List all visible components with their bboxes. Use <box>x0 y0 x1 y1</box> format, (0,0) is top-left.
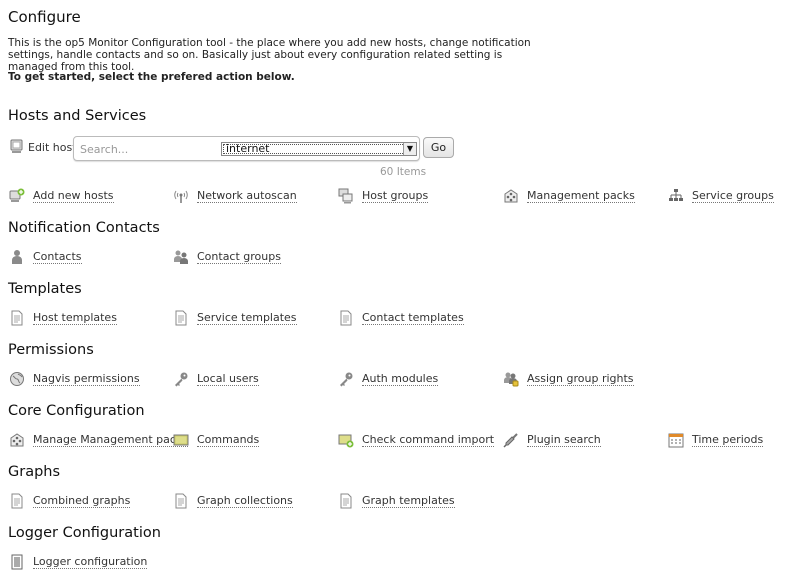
link-service-templates[interactable]: Service templates <box>173 310 297 326</box>
section-permissions-heading: Permissions <box>8 342 94 358</box>
link-plugin-search[interactable]: Plugin search <box>503 432 601 448</box>
link-label: Contact templates <box>362 311 464 325</box>
link-check-command-import[interactable]: Check command import <box>338 432 495 448</box>
monitor-icon <box>9 139 25 155</box>
key-icon <box>173 371 189 387</box>
link-label: Nagvis permissions <box>33 372 140 386</box>
section-templates-heading: Templates <box>8 281 82 297</box>
section-graphs-heading: Graphs <box>8 464 61 480</box>
link-label: Check command import <box>362 433 495 447</box>
link-graph-templates[interactable]: Graph templates <box>338 493 455 509</box>
link-add-new-hosts[interactable]: Add new hosts <box>9 188 114 204</box>
link-label: Graph collections <box>197 494 293 508</box>
link-label: Management packs <box>527 189 635 203</box>
globe-icon <box>9 371 25 387</box>
get-started-text: To get started, select the prefered acti… <box>8 71 295 83</box>
document-icon <box>173 493 189 509</box>
contact-icon <box>9 249 25 265</box>
section-hosts-services-heading: Hosts and Services <box>8 108 147 124</box>
management-pack-icon <box>9 432 25 448</box>
link-service-groups[interactable]: Service groups <box>668 188 774 204</box>
go-button[interactable]: Go <box>423 137 454 158</box>
host-select-dropdown[interactable]: internet ▼ <box>221 142 417 156</box>
link-manage-management-packs[interactable]: Manage Management packs <box>9 432 189 448</box>
page-title: Configure <box>8 8 81 26</box>
link-label: Assign group rights <box>527 372 634 386</box>
section-notification-contacts-heading: Notification Contacts <box>8 220 160 236</box>
command-import-icon <box>338 432 354 448</box>
link-label: Add new hosts <box>33 189 114 203</box>
link-label: Contact groups <box>197 250 281 264</box>
link-contact-templates[interactable]: Contact templates <box>338 310 464 326</box>
link-host-groups[interactable]: Host groups <box>338 188 429 204</box>
link-contact-groups[interactable]: Contact groups <box>173 249 281 265</box>
link-label: Combined graphs <box>33 494 131 508</box>
link-graph-collections[interactable]: Graph collections <box>173 493 293 509</box>
document-icon <box>338 493 354 509</box>
intro-text: This is the op5 Monitor Configuration to… <box>8 37 531 73</box>
host-groups-icon <box>338 188 354 204</box>
link-network-autoscan[interactable]: Network autoscan <box>173 188 297 204</box>
link-combined-graphs[interactable]: Combined graphs <box>9 493 131 509</box>
link-label: Manage Management packs <box>33 433 189 447</box>
link-label: Host templates <box>33 311 117 325</box>
edit-host-label: Edit host <box>28 141 77 154</box>
link-label: Service groups <box>692 189 774 203</box>
host-select-value: internet <box>226 142 270 155</box>
link-local-users[interactable]: Local users <box>173 371 259 387</box>
management-pack-icon <box>503 188 519 204</box>
link-label: Commands <box>197 433 260 447</box>
link-host-templates[interactable]: Host templates <box>9 310 117 326</box>
host-search-input[interactable] <box>78 142 212 157</box>
link-management-packs[interactable]: Management packs <box>503 188 635 204</box>
commands-icon <box>173 432 189 448</box>
group-rights-icon <box>503 371 519 387</box>
link-label: Network autoscan <box>197 189 297 203</box>
link-assign-group-rights[interactable]: Assign group rights <box>503 371 634 387</box>
calendar-icon <box>668 432 684 448</box>
key-icon <box>338 371 354 387</box>
link-label: Service templates <box>197 311 297 325</box>
document-icon <box>9 310 25 326</box>
link-label: Auth modules <box>362 372 439 386</box>
link-nagvis-permissions[interactable]: Nagvis permissions <box>9 371 140 387</box>
link-label: Plugin search <box>527 433 601 447</box>
link-logger-configuration[interactable]: Logger configuration <box>9 554 148 570</box>
link-commands[interactable]: Commands <box>173 432 260 448</box>
logger-document-icon <box>9 554 25 570</box>
service-groups-icon <box>668 188 684 204</box>
network-scan-icon <box>173 188 189 204</box>
add-host-icon <box>9 188 25 204</box>
section-core-configuration-heading: Core Configuration <box>8 403 145 419</box>
link-label: Local users <box>197 372 259 386</box>
host-search-box: internet ▼ <box>73 136 420 161</box>
section-logger-configuration-heading: Logger Configuration <box>8 525 161 541</box>
plugin-search-icon <box>503 432 519 448</box>
chevron-down-icon: ▼ <box>403 143 416 155</box>
link-contacts[interactable]: Contacts <box>9 249 82 265</box>
item-count: 60 Items <box>380 166 427 178</box>
contact-groups-icon <box>173 249 189 265</box>
link-auth-modules[interactable]: Auth modules <box>338 371 439 387</box>
link-label: Time periods <box>692 433 764 447</box>
link-label: Logger configuration <box>33 555 148 569</box>
link-label: Graph templates <box>362 494 455 508</box>
document-icon <box>9 493 25 509</box>
link-label: Contacts <box>33 250 82 264</box>
document-icon <box>338 310 354 326</box>
link-label: Host groups <box>362 189 429 203</box>
document-icon <box>173 310 189 326</box>
link-time-periods[interactable]: Time periods <box>668 432 764 448</box>
